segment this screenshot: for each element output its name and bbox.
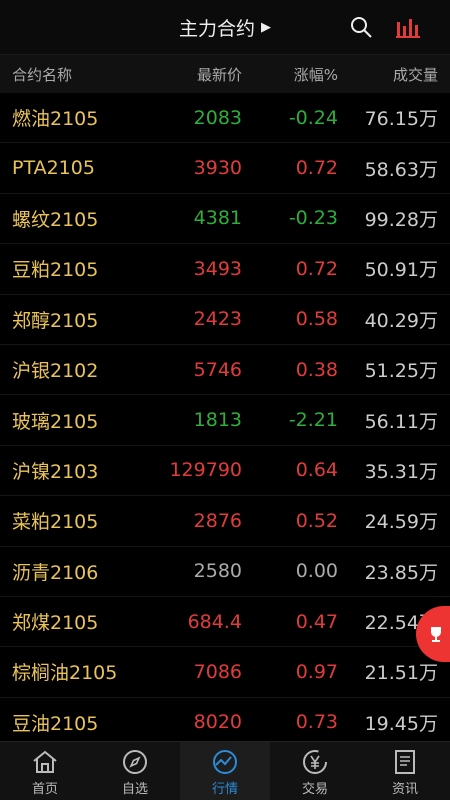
tab-label: 行情 (211, 782, 238, 797)
latest-price: 3930 (193, 157, 242, 180)
bar-chart-icon[interactable] (396, 16, 420, 38)
quote-list: 燃油2105 2083 -0.24 76.15万 PTA2105 3930 0.72 58.6… (0, 93, 450, 749)
compass-icon (123, 750, 147, 774)
tab-news[interactable]: 资讯 (360, 742, 450, 800)
change-percent: 0.00 (295, 560, 338, 583)
change-percent: 0.73 (295, 711, 338, 734)
latest-price: 8020 (193, 711, 242, 734)
contract-name: 豆粕2105 (12, 259, 99, 282)
latest-price: 2580 (193, 560, 242, 583)
volume: 21.51万 (364, 662, 438, 685)
quote-row[interactable]: 螺纹2105 4381 -0.23 99.28万 (0, 194, 450, 245)
latest-price: 2876 (193, 509, 242, 532)
volume: 50.91万 (364, 259, 438, 282)
col-change-header[interactable]: 涨幅% (242, 64, 338, 85)
bottom-tab-bar: 首页 自选 行情 交易 资讯 (0, 741, 450, 800)
change-percent: 0.72 (295, 157, 338, 180)
tab-watchlist[interactable]: 自选 (90, 742, 180, 800)
col-name-header[interactable]: 合约名称 (0, 64, 140, 85)
search-icon[interactable] (350, 16, 372, 38)
latest-price: 7086 (193, 660, 242, 683)
page-title[interactable]: 主力合约 (179, 14, 255, 41)
quote-row[interactable]: 棕榈油2105 7086 0.97 21.51万 (0, 647, 450, 698)
latest-price: 1813 (193, 409, 242, 432)
change-percent: -2.21 (288, 409, 338, 432)
quote-row[interactable]: 郑醇2105 2423 0.58 40.29万 (0, 295, 450, 345)
tab-home[interactable]: 首页 (0, 742, 90, 800)
tab-market[interactable]: 行情 (180, 742, 270, 800)
change-percent: 0.38 (295, 358, 338, 381)
column-header: 合约名称 最新价 涨幅% 成交量 (0, 54, 450, 93)
quote-row[interactable]: 玻璃2105 1813 -2.21 56.11万 (0, 395, 450, 446)
change-percent: 0.64 (295, 459, 338, 482)
tab-trade[interactable]: 交易 (270, 742, 360, 800)
col-price-header[interactable]: 最新价 (140, 64, 242, 85)
title-caret-icon[interactable]: ▶ (261, 20, 271, 35)
volume: 40.29万 (364, 309, 438, 332)
latest-price: 2423 (193, 308, 242, 331)
change-percent: -0.23 (288, 207, 338, 230)
quote-row[interactable]: PTA2105 3930 0.72 58.63万 (0, 143, 450, 194)
news-icon (395, 750, 415, 774)
contract-name: 沥青2106 (12, 561, 99, 584)
change-percent: 0.58 (295, 308, 338, 331)
quote-row[interactable]: 沪镍2103 129790 0.64 35.31万 (0, 446, 450, 497)
top-bar: 主力合约 ▶ (0, 0, 450, 54)
volume: 24.59万 (364, 511, 438, 534)
quote-row[interactable]: 燃油2105 2083 -0.24 76.15万 (0, 93, 450, 144)
contract-name: 沪镍2103 (12, 460, 99, 483)
home-icon (33, 750, 57, 773)
volume: 35.31万 (364, 460, 438, 483)
change-percent: -0.24 (288, 106, 338, 129)
tab-label: 交易 (301, 782, 328, 797)
quote-row[interactable]: 菜粕2105 2876 0.52 24.59万 (0, 496, 450, 547)
latest-price: 4381 (193, 207, 242, 230)
trend-icon (213, 750, 237, 774)
contract-name: 玻璃2105 (12, 410, 99, 433)
contract-name: PTA2105 (12, 157, 95, 180)
contract-name: 豆油2105 (12, 712, 99, 735)
contract-name: 郑煤2105 (12, 612, 99, 635)
col-volume-header[interactable]: 成交量 (338, 64, 450, 85)
tab-label: 资讯 (391, 782, 418, 797)
contract-name: 菜粕2105 (12, 511, 99, 534)
quote-row[interactable]: 沪银2102 5746 0.38 51.25万 (0, 345, 450, 396)
trophy-icon (431, 627, 441, 642)
volume: 76.15万 (364, 108, 438, 131)
volume: 51.25万 (364, 360, 438, 383)
tab-label: 自选 (121, 782, 148, 797)
quote-row[interactable]: 郑煤2105 684.4 0.47 22.54万 (0, 597, 450, 648)
change-percent: 0.97 (295, 660, 338, 683)
volume: 58.63万 (364, 158, 438, 181)
latest-price: 684.4 (187, 610, 242, 633)
yen-icon (303, 750, 327, 774)
change-percent: 0.47 (295, 610, 338, 633)
tab-label: 首页 (31, 782, 58, 797)
latest-price: 129790 (169, 459, 242, 482)
latest-price: 2083 (193, 106, 242, 129)
change-percent: 0.72 (295, 257, 338, 280)
volume: 19.45万 (364, 712, 438, 735)
latest-price: 5746 (193, 358, 242, 381)
contract-name: 沪银2102 (12, 360, 99, 383)
contract-name: 棕榈油2105 (12, 662, 118, 685)
volume: 99.28万 (364, 208, 438, 231)
volume: 23.85万 (364, 561, 438, 584)
quote-row[interactable]: 沥青2106 2580 0.00 23.85万 (0, 547, 450, 597)
contract-name: 郑醇2105 (12, 309, 99, 332)
change-percent: 0.52 (295, 509, 338, 532)
contract-name: 燃油2105 (12, 108, 99, 131)
contract-name: 螺纹2105 (12, 208, 99, 231)
volume: 56.11万 (364, 410, 438, 433)
quote-row[interactable]: 豆粕2105 3493 0.72 50.91万 (0, 244, 450, 295)
latest-price: 3493 (193, 257, 242, 280)
